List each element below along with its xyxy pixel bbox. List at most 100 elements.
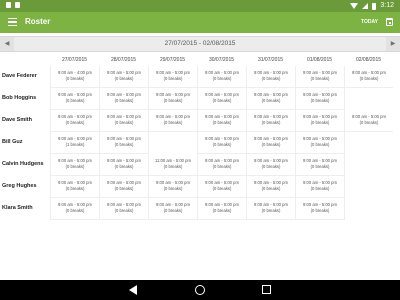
- shift-cell[interactable]: 9:00 am - 5:00 pm (0 breaks): [148, 176, 197, 198]
- shift-breaks: (0 breaks): [212, 185, 232, 191]
- shift-breaks: (0 breaks): [65, 75, 85, 81]
- shift-cell[interactable]: 9:00 am - 5:00 pm (0 breaks): [295, 88, 344, 110]
- calendar-icon[interactable]: [386, 18, 393, 26]
- shift-cell[interactable]: 9:00 am - 5:00 pm (0 breaks): [99, 66, 148, 88]
- shift-cell[interactable]: 9:00 am - 5:00 pm (0 breaks): [197, 154, 246, 176]
- today-button[interactable]: TODAY: [361, 18, 378, 26]
- employee-name[interactable]: Calvin Hudgens: [2, 160, 44, 168]
- shift-breaks: (0 breaks): [114, 119, 134, 125]
- notification-icon: [6, 2, 11, 8]
- shift-time: 9:00 am - 5:00 pm: [303, 114, 337, 119]
- shift-time: 9:00 am - 5:00 pm: [107, 114, 141, 119]
- shift-time: 9:00 am - 5:00 pm: [254, 180, 288, 185]
- shift-cell[interactable]: 9:00 am - 5:00 pm (0 breaks): [246, 66, 295, 88]
- status-time: 3:12: [380, 2, 394, 9]
- shift-breaks: (0 breaks): [310, 163, 330, 169]
- employee-name[interactable]: Bill Guz: [2, 138, 22, 146]
- shift-breaks: (0 breaks): [65, 185, 85, 191]
- shift-cell[interactable]: 9:00 am - 5:00 pm (0 breaks): [99, 110, 148, 132]
- shift-cell[interactable]: 9:00 am - 5:00 pm (0 breaks): [50, 176, 99, 198]
- shift-breaks: (0 breaks): [310, 97, 330, 103]
- empty-shift-cell[interactable]: [344, 176, 393, 198]
- empty-shift-cell[interactable]: [344, 88, 393, 110]
- employee-name[interactable]: Bob Hoggins: [2, 94, 36, 102]
- shift-cell[interactable]: 9:00 am - 5:00 pm (0 breaks): [295, 176, 344, 198]
- shift-breaks: (0 breaks): [261, 207, 281, 213]
- shift-time: 9:00 am - 5:00 pm: [205, 70, 239, 75]
- day-header: 29/07/2015: [159, 57, 186, 63]
- status-bar-right: 3:12: [350, 2, 394, 10]
- empty-shift-cell[interactable]: [344, 154, 393, 176]
- shift-time: 9:00 am - 5:00 pm: [303, 180, 337, 185]
- roster-row: Dave Smith 9:00 am - 5:00 pm (0 breaks) 9:0…: [0, 110, 400, 132]
- shift-cell[interactable]: 9:00 am - 5:00 pm (0 breaks): [148, 198, 197, 220]
- shift-cell[interactable]: 9:00 am - 5:00 pm (0 breaks): [99, 198, 148, 220]
- shift-cell[interactable]: 9:00 am - 5:00 pm (0 breaks): [99, 176, 148, 198]
- shift-breaks: (0 breaks): [163, 185, 183, 191]
- back-icon[interactable]: [129, 285, 137, 295]
- shift-cell[interactable]: 9:00 am - 5:00 pm (0 breaks): [197, 110, 246, 132]
- roster-row: Greg Hughes 9:00 am - 5:00 pm (0 breaks) 9:…: [0, 176, 400, 198]
- shift-cell[interactable]: 9:00 am - 5:00 pm (0 breaks): [99, 132, 148, 154]
- shift-breaks: (0 breaks): [114, 97, 134, 103]
- shift-time: 9:00 am - 5:00 pm: [156, 202, 190, 207]
- shift-cell[interactable]: 9:00 am - 5:00 pm (0 breaks): [99, 88, 148, 110]
- employee-name[interactable]: Klara Smith: [2, 204, 33, 212]
- shift-breaks: (0 breaks): [212, 207, 232, 213]
- shift-cell[interactable]: 9:00 am - 5:00 pm (0 breaks): [295, 110, 344, 132]
- shift-time: 9:00 am - 5:00 pm: [205, 180, 239, 185]
- shift-cell[interactable]: 9:00 am - 5:00 pm (0 breaks): [148, 88, 197, 110]
- shift-cell[interactable]: 9:00 am - 5:00 pm (0 breaks): [344, 66, 393, 88]
- shift-breaks: (0 breaks): [261, 119, 281, 125]
- employee-name[interactable]: Greg Hughes: [2, 182, 37, 190]
- shift-cell[interactable]: 9:00 am - 5:00 pm (0 breaks): [246, 110, 295, 132]
- shift-cell[interactable]: 9:00 am - 5:00 pm (0 breaks): [246, 88, 295, 110]
- shift-cell[interactable]: 9:00 am - 5:00 pm (0 breaks): [50, 88, 99, 110]
- employee-name[interactable]: Dave Federer: [2, 72, 37, 80]
- shift-cell[interactable]: 9:00 am - 5:00 pm (0 breaks): [344, 110, 393, 132]
- shift-time: 9:00 am - 5:00 pm: [352, 114, 386, 119]
- shift-cell[interactable]: 9:00 am - 5:00 pm (0 breaks): [246, 198, 295, 220]
- shift-cell[interactable]: 9:00 am - 5:00 pm (0 breaks): [197, 88, 246, 110]
- shift-breaks: (0 breaks): [212, 141, 232, 147]
- empty-shift-cell[interactable]: [148, 132, 197, 154]
- shift-cell[interactable]: 9:00 am - 5:00 pm (0 breaks): [148, 110, 197, 132]
- shift-cell[interactable]: 9:00 am - 5:00 pm (0 breaks): [295, 154, 344, 176]
- day-header: 01/08/2015: [306, 57, 333, 63]
- shift-cell[interactable]: 9:00 am - 5:00 pm (0 breaks): [197, 176, 246, 198]
- shift-cell[interactable]: 9:00 am - 5:00 pm (0 breaks): [50, 198, 99, 220]
- shift-cell[interactable]: 9:00 am - 5:00 pm (0 breaks): [50, 154, 99, 176]
- shift-time: 9:00 am - 5:00 pm: [352, 70, 386, 75]
- shift-cell[interactable]: 9:00 am - 5:00 pm (0 breaks): [246, 154, 295, 176]
- shift-cell[interactable]: 9:00 am - 5:00 pm (0 breaks): [295, 66, 344, 88]
- hamburger-menu-icon[interactable]: [8, 18, 17, 26]
- shift-cell[interactable]: 11:00 am - 5:00 pm (0 breaks): [148, 154, 197, 176]
- shift-time: 9:00 am - 5:00 pm: [58, 202, 92, 207]
- shift-cell[interactable]: 9:00 am - 5:00 pm (1 breaks): [50, 132, 99, 154]
- home-icon[interactable]: [195, 285, 205, 295]
- shift-cell[interactable]: 9:00 am - 5:00 pm (0 breaks): [197, 132, 246, 154]
- shift-cell[interactable]: 9:00 am - 5:00 pm (0 breaks): [197, 198, 246, 220]
- recent-apps-icon[interactable]: [262, 285, 271, 294]
- date-range-label: 27/07/2015 - 02/08/2015: [164, 40, 236, 47]
- shift-time: 9:00 am - 5:00 pm: [254, 136, 288, 141]
- shift-cell[interactable]: 9:00 am - 5:00 pm (0 breaks): [50, 110, 99, 132]
- shift-cell[interactable]: 9:00 am - 5:00 pm (0 breaks): [246, 132, 295, 154]
- employee-name[interactable]: Dave Smith: [2, 116, 32, 124]
- shift-breaks: (0 breaks): [65, 163, 85, 169]
- empty-shift-cell[interactable]: [344, 198, 393, 220]
- shift-cell[interactable]: 9:00 am - 5:00 pm (0 breaks): [295, 132, 344, 154]
- empty-shift-cell[interactable]: [344, 132, 393, 154]
- shift-cell[interactable]: 9:00 am - 4:00 pm (0 breaks): [50, 66, 99, 88]
- shift-time: 9:00 am - 5:00 pm: [254, 92, 288, 97]
- next-week-button[interactable]: ▶: [386, 37, 400, 51]
- shift-cell[interactable]: 9:00 am - 5:00 pm (0 breaks): [99, 154, 148, 176]
- shift-cell[interactable]: 9:00 am - 5:00 pm (0 breaks): [295, 198, 344, 220]
- shift-cell[interactable]: 9:00 am - 5:00 pm (0 breaks): [197, 66, 246, 88]
- shift-breaks: (0 breaks): [65, 97, 85, 103]
- shift-cell[interactable]: 9:00 am - 5:00 pm (0 breaks): [148, 66, 197, 88]
- shift-time: 9:00 am - 5:00 pm: [156, 180, 190, 185]
- shift-cell[interactable]: 9:00 am - 5:00 pm (0 breaks): [246, 176, 295, 198]
- shift-time: 9:00 am - 5:00 pm: [58, 114, 92, 119]
- shift-time: 9:00 am - 5:00 pm: [254, 70, 288, 75]
